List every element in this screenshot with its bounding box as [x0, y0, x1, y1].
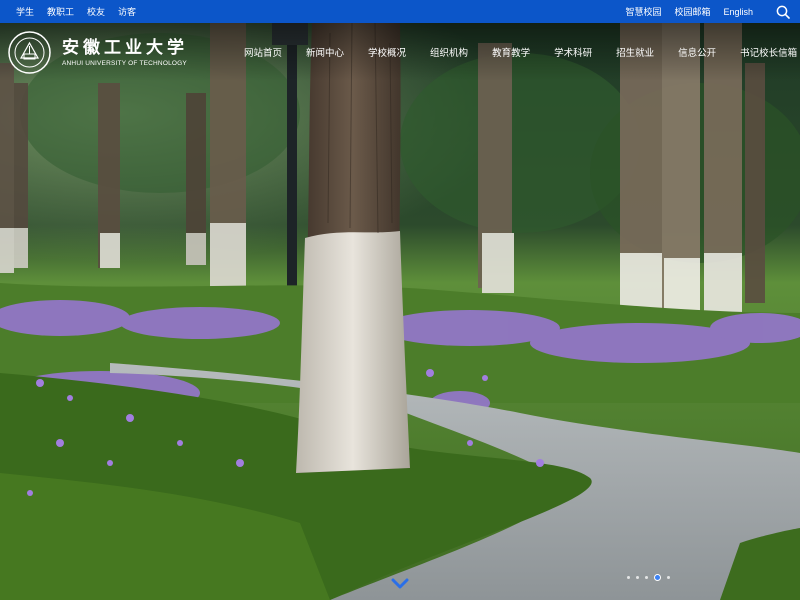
- link-visitors[interactable]: 访客: [118, 5, 136, 18]
- chevron-down-icon[interactable]: [391, 577, 409, 589]
- nav-mailbox[interactable]: 书记校长信箱: [740, 45, 797, 59]
- link-smart-campus[interactable]: 智慧校园: [625, 5, 661, 18]
- nav-organization[interactable]: 组织机构: [430, 45, 468, 59]
- university-seal-icon: [8, 30, 51, 74]
- search-icon[interactable]: [776, 5, 790, 19]
- site-header: 安徽工业大学 ANHUI UNIVERSITY OF TECHNOLOGY 网站…: [0, 23, 800, 81]
- hero-banner: [0, 23, 800, 600]
- link-english[interactable]: English: [723, 7, 753, 17]
- nav-education[interactable]: 教育教学: [492, 45, 530, 59]
- site-name-cn: 安徽工业大学: [62, 37, 188, 58]
- nav-home[interactable]: 网站首页: [244, 45, 282, 59]
- slide-dot[interactable]: [645, 576, 648, 579]
- site-logo[interactable]: 安徽工业大学 ANHUI UNIVERSITY OF TECHNOLOGY: [8, 30, 188, 74]
- audience-links: 学生 教职工 校友 访客: [16, 5, 136, 18]
- link-staff[interactable]: 教职工: [47, 5, 74, 18]
- site-name-en: ANHUI UNIVERSITY OF TECHNOLOGY: [62, 59, 187, 67]
- slide-dot[interactable]: [627, 576, 630, 579]
- nav-disclosure[interactable]: 信息公开: [678, 45, 716, 59]
- nav-research[interactable]: 学术科研: [554, 45, 592, 59]
- top-utility-bar: 学生 教职工 校友 访客 智慧校园 校园邮箱 English: [0, 0, 800, 23]
- nav-about[interactable]: 学校概况: [368, 45, 406, 59]
- slide-dot[interactable]: [636, 576, 639, 579]
- utility-links: 智慧校园 校园邮箱 English: [625, 5, 790, 19]
- slide-dot-active[interactable]: [654, 574, 661, 581]
- link-students[interactable]: 学生: [16, 5, 34, 18]
- campus-photo: [0, 23, 800, 600]
- nav-admissions[interactable]: 招生就业: [616, 45, 654, 59]
- nav-news[interactable]: 新闻中心: [306, 45, 344, 59]
- slide-dot[interactable]: [667, 576, 670, 579]
- link-campus-mail[interactable]: 校园邮箱: [674, 5, 710, 18]
- main-nav: 网站首页 新闻中心 学校概况 组织机构 教育教学 学术科研 招生就业 信息公开 …: [244, 23, 797, 81]
- slide-indicators: [627, 574, 670, 581]
- link-alumni[interactable]: 校友: [87, 5, 105, 18]
